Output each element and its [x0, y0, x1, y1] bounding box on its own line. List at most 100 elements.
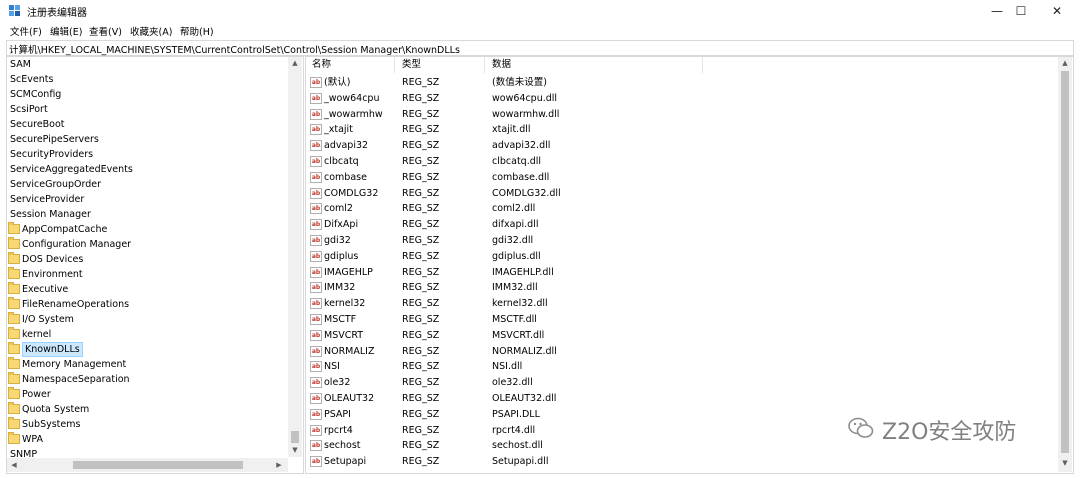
value-type: REG_SZ: [402, 219, 440, 231]
string-value-icon: ab: [310, 393, 322, 404]
value-data: IMM32.dll: [492, 282, 538, 294]
value-type: REG_SZ: [402, 424, 440, 436]
regedit-app-icon: [9, 5, 20, 16]
value-type: REG_SZ: [402, 440, 440, 452]
tree-hscroll-thumb[interactable]: [73, 461, 243, 469]
value-row[interactable]: ab clbcatq REG_SZ clbcatq.dll: [306, 154, 1066, 170]
value-row[interactable]: ab gdiplus REG_SZ gdiplus.dll: [306, 249, 1066, 265]
scroll-left-arrow-icon[interactable]: ◀: [8, 461, 20, 469]
tree-vertical-scrollbar[interactable]: ▲ ▼: [288, 57, 302, 457]
value-row[interactable]: ab NSI REG_SZ NSI.dll: [306, 359, 1066, 375]
value-row[interactable]: ab IMAGEHLP REG_SZ IMAGEHLP.dll: [306, 265, 1066, 281]
tree-item-label: Environment: [22, 269, 83, 280]
value-row[interactable]: ab NORMALIZ REG_SZ NORMALIZ.dll: [306, 344, 1066, 360]
tree-item-label: FileRenameOperations: [22, 299, 130, 310]
menu-help[interactable]: 帮助(H): [180, 24, 214, 38]
value-type: REG_SZ: [402, 298, 440, 310]
tree-item-label: kernel: [22, 329, 52, 340]
value-row[interactable]: ab coml2 REG_SZ coml2.dll: [306, 201, 1066, 217]
string-value-icon: ab: [310, 250, 322, 262]
value-type: REG_SZ: [402, 156, 440, 167]
column-header-type[interactable]: 类型: [402, 57, 421, 73]
value-name: combase: [324, 171, 367, 183]
folder-icon: [8, 417, 20, 429]
value-row[interactable]: ab MSVCRT REG_SZ MSVCRT.dll: [306, 328, 1066, 344]
tree-vscroll-thumb[interactable]: [291, 431, 299, 443]
value-data: sechost.dll: [492, 440, 543, 452]
string-value-icon: ab: [310, 124, 322, 136]
tree-item-label: KnownDLLs: [22, 342, 83, 357]
column-header-data[interactable]: 数据: [492, 57, 511, 73]
value-row[interactable]: ab COMDLG32 REG_SZ COMDLG32.dll: [306, 186, 1066, 202]
folder-icon: [8, 237, 20, 249]
value-type: REG_SZ: [402, 361, 440, 373]
string-value-icon: ab: [310, 424, 322, 436]
value-row[interactable]: ab DifxApi REG_SZ difxapi.dll: [306, 217, 1066, 233]
menu-file[interactable]: 文件(F): [10, 24, 42, 38]
menu-view[interactable]: 查看(V): [89, 24, 122, 38]
value-row[interactable]: ab combase REG_SZ combase.dll: [306, 170, 1066, 186]
scroll-down-arrow-icon[interactable]: ▼: [1059, 459, 1071, 467]
value-type: REG_SZ: [402, 345, 440, 357]
value-row[interactable]: ab _xtajit REG_SZ xtajit.dll: [306, 122, 1066, 138]
column-divider[interactable]: [394, 57, 395, 73]
value-row[interactable]: ab _wow64cpu REG_SZ wow64cpu.dll: [306, 91, 1066, 107]
value-list[interactable]: 名称 类型 数据 ab (默认) REG_SZ (数值未设置) ab _wow64cpu R…: [305, 56, 1074, 474]
value-data: advapi32.dll: [492, 140, 551, 152]
value-name: clbcatq: [324, 156, 359, 167]
value-row[interactable]: ab Setupapi REG_SZ Setupapi.dll: [306, 454, 1066, 470]
address-path[interactable]: 计算机\HKEY_LOCAL_MACHINE\SYSTEM\CurrentCon…: [9, 42, 460, 56]
string-value-icon: ab: [310, 266, 322, 278]
string-value-icon: ab: [310, 282, 322, 294]
string-value-icon: ab: [310, 140, 322, 152]
folder-icon: [8, 342, 20, 354]
value-data: gdiplus.dll: [492, 250, 541, 262]
wechat-icon: [848, 417, 874, 438]
scroll-down-arrow-icon[interactable]: ▼: [289, 446, 301, 454]
value-name: _wowarmhw: [324, 108, 383, 120]
menu-favorites[interactable]: 收藏夹(A): [130, 24, 172, 38]
folder-icon: [8, 432, 20, 444]
menu-edit[interactable]: 编辑(E): [50, 24, 82, 38]
value-data: coml2.dll: [492, 203, 536, 215]
value-name: coml2: [324, 203, 353, 215]
list-vscroll-thumb[interactable]: [1061, 71, 1069, 453]
value-name: MSVCRT: [324, 329, 364, 341]
column-divider[interactable]: [702, 57, 703, 73]
tree-item-label: NamespaceSeparation: [22, 374, 130, 385]
value-row[interactable]: ab _wowarmhw REG_SZ wowarmhw.dll: [306, 107, 1066, 123]
tree-item-label: AppCompatCache: [22, 224, 108, 235]
string-value-icon: ab: [310, 77, 322, 88]
value-row[interactable]: ab MSCTF REG_SZ MSCTF.dll: [306, 312, 1066, 328]
close-button[interactable]: ✕: [1034, 0, 1080, 22]
value-data: gdi32.dll: [492, 235, 534, 246]
value-row[interactable]: ab (默认) REG_SZ (数值未设置): [306, 75, 1066, 91]
key-tree[interactable]: SAM ScEvents SCMConfig ScsiPort SecureBoot Se…: [6, 56, 304, 474]
value-type: REG_SZ: [402, 171, 440, 183]
string-value-icon: ab: [310, 298, 322, 310]
value-row[interactable]: ab kernel32 REG_SZ kernel32.dll: [306, 296, 1066, 312]
value-row[interactable]: ab IMM32 REG_SZ IMM32.dll: [306, 280, 1066, 296]
value-name: Setupapi: [324, 456, 367, 468]
folder-icon: [8, 387, 20, 399]
value-data: NSI.dll: [492, 361, 523, 373]
scroll-right-arrow-icon[interactable]: ▶: [273, 461, 285, 469]
value-row[interactable]: ab advapi32 REG_SZ advapi32.dll: [306, 138, 1066, 154]
scroll-up-arrow-icon[interactable]: ▲: [1059, 59, 1071, 67]
value-row[interactable]: ab ole32 REG_SZ ole32.dll: [306, 375, 1066, 391]
list-vertical-scrollbar[interactable]: ▲ ▼: [1058, 57, 1072, 472]
string-value-icon: ab: [310, 92, 322, 104]
value-row[interactable]: ab OLEAUT32 REG_SZ OLEAUT32.dll: [306, 391, 1066, 407]
tree-horizontal-scrollbar[interactable]: ◀ ▶: [7, 458, 288, 472]
value-row[interactable]: ab gdi32 REG_SZ gdi32.dll: [306, 233, 1066, 249]
address-bar[interactable]: 计算机\HKEY_LOCAL_MACHINE\SYSTEM\CurrentCon…: [6, 40, 1074, 56]
column-header-name[interactable]: 名称: [312, 57, 331, 73]
value-type: REG_SZ: [402, 77, 440, 88]
value-type: REG_SZ: [402, 266, 440, 278]
scroll-up-arrow-icon[interactable]: ▲: [289, 59, 301, 67]
tree-item-label: SubSystems: [22, 419, 81, 430]
string-value-icon: ab: [310, 456, 322, 468]
column-divider[interactable]: [484, 57, 485, 73]
value-data: MSCTF.dll: [492, 314, 537, 325]
tree-item-label: SecureBoot: [10, 119, 65, 130]
